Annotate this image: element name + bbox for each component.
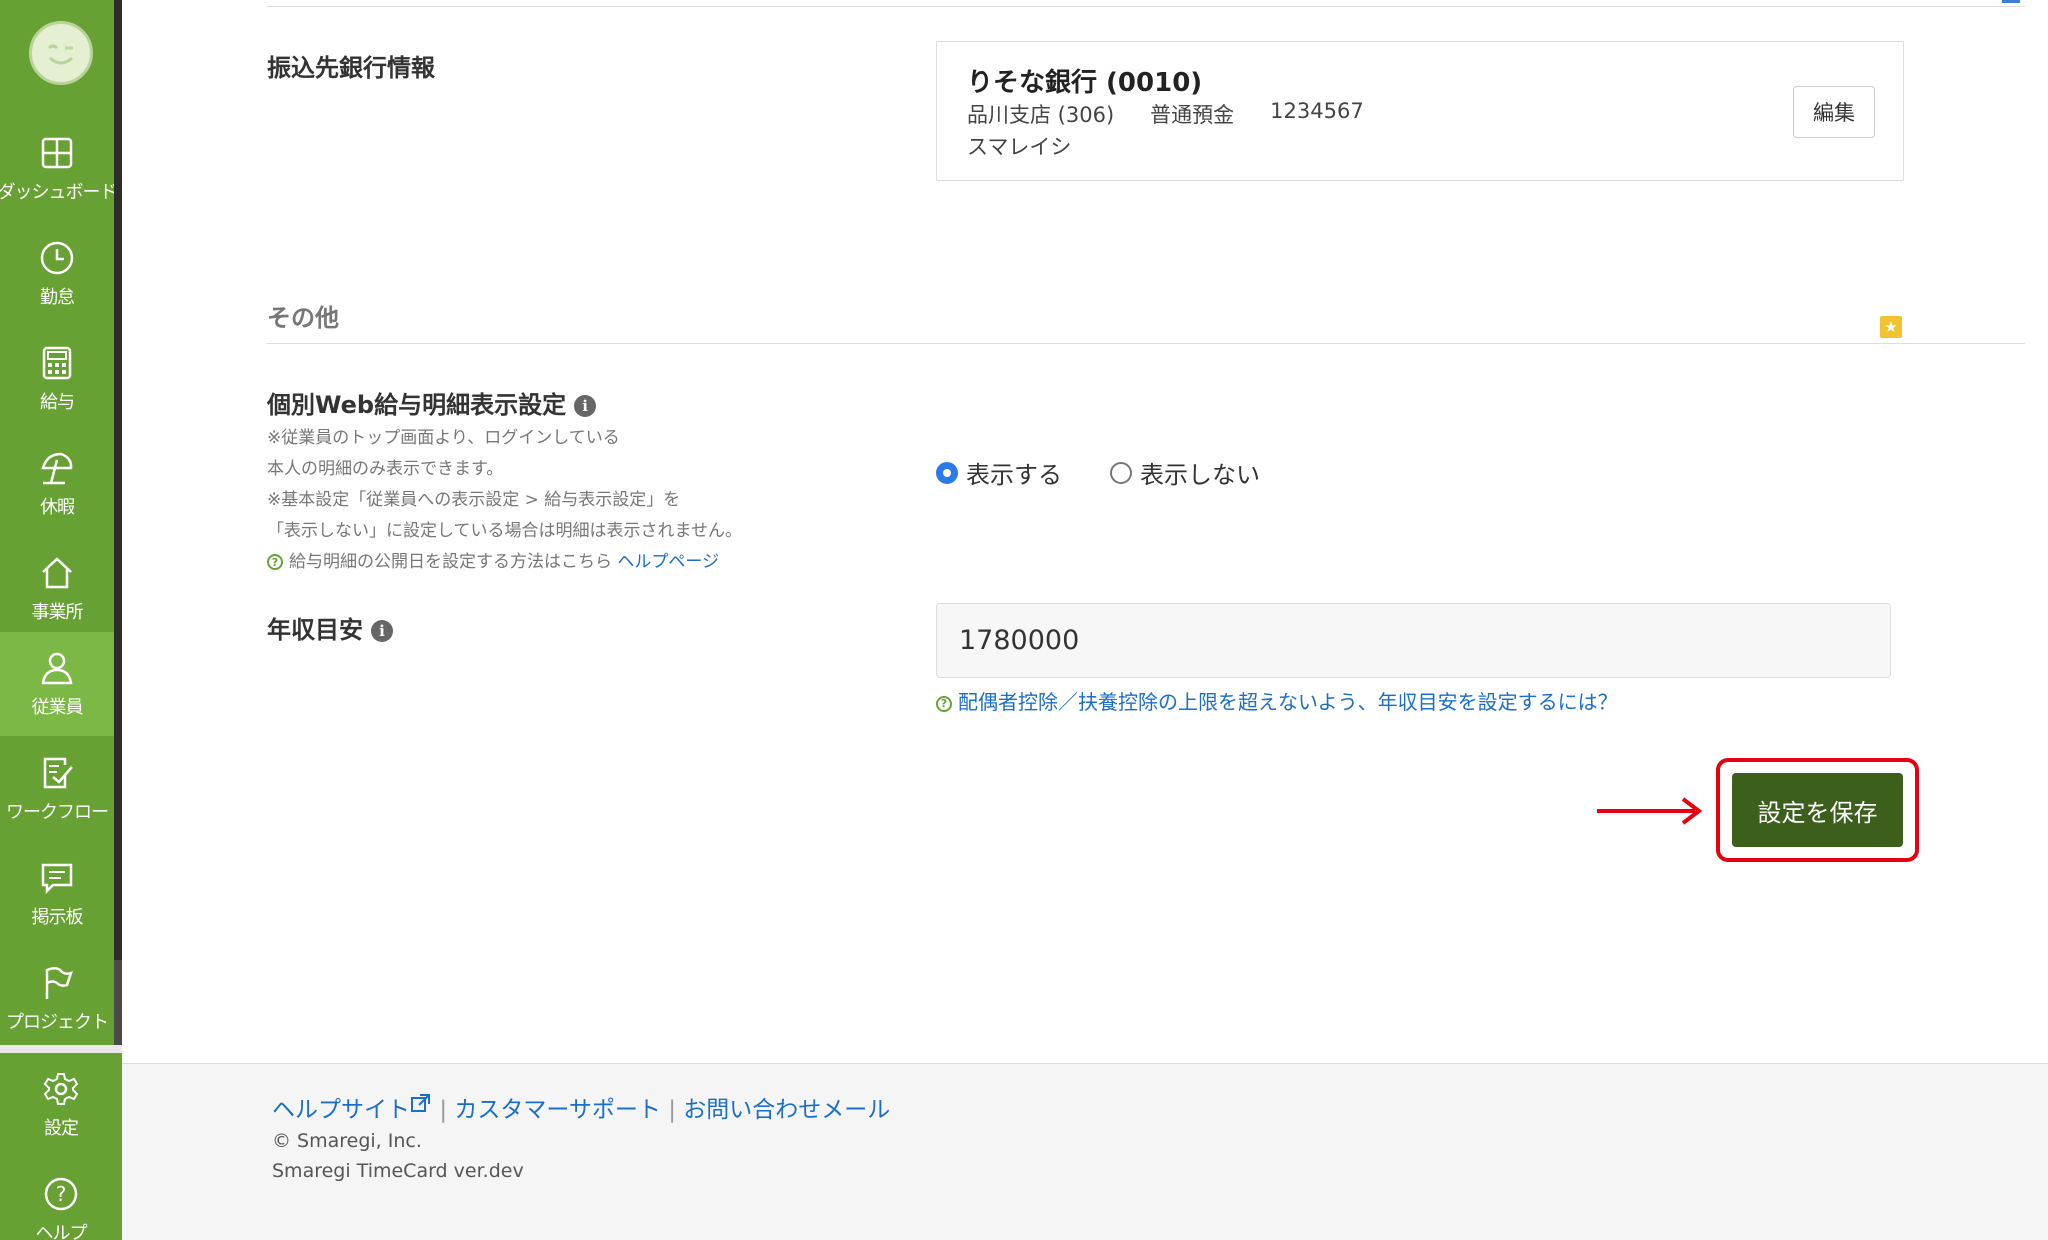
income-estimate-label: 年収目安 i [267, 610, 393, 645]
radio-show-option[interactable]: 表示する [936, 455, 1062, 490]
sidebar-item-office[interactable]: 事業所 [0, 537, 114, 641]
sidebar-item-label: 従業員 [31, 697, 84, 718]
customer-support-link[interactable]: カスタマーサポート [454, 1097, 661, 1123]
sidebar-item-label: 給与 [40, 392, 75, 413]
sidebar-item-payroll[interactable]: 給与 [0, 327, 114, 431]
footer: ヘルプサイト | カスタマーサポート | お問い合わせメール © Smaregi… [122, 1063, 2048, 1240]
arrow-right-icon [1597, 797, 1703, 825]
sidebar-item-employees[interactable]: 従業員 [0, 632, 114, 736]
chat-icon [38, 859, 76, 897]
income-help-line: ? 配偶者控除／扶養控除の上限を超えないよう、年収目安を設定するには？ [936, 686, 1618, 715]
sidebar-scrollbar[interactable] [114, 0, 122, 1045]
radio-show[interactable] [936, 461, 958, 484]
flag-icon [38, 964, 76, 1002]
sidebar-item-leave[interactable]: 休暇 [0, 432, 114, 536]
divider [267, 6, 2025, 7]
parasol-icon [38, 449, 76, 487]
income-estimate-input[interactable] [936, 603, 1891, 678]
sidebar-item-dashboard[interactable]: ダッシュボード [0, 117, 118, 221]
logo-icon[interactable] [29, 21, 93, 85]
sidebar-item-attendance[interactable]: 勤怠 [0, 222, 114, 326]
svg-text:?: ? [56, 1182, 67, 1206]
sidebar-item-label: 事業所 [31, 602, 84, 623]
separator: | [439, 1097, 448, 1123]
sidebar-item-board[interactable]: 掲示板 [0, 842, 114, 946]
dashboard-icon [38, 134, 76, 172]
bank-branch: 品川支店 (306) [967, 103, 1115, 127]
income-estimate-label-text: 年収目安 [267, 616, 363, 644]
sidebar-item-label: ワークフロー [6, 802, 109, 823]
external-link-icon [411, 1094, 430, 1112]
help-page-link[interactable]: ヘルプページ [617, 552, 719, 572]
income-help-link[interactable]: 配偶者控除／扶養控除の上限を超えないよう、年収目安を設定するには？ [958, 690, 1618, 714]
bank-account-holder: スマレイシ [967, 135, 1072, 159]
radio-show-label: 表示する [966, 461, 1062, 489]
checklist-icon [38, 754, 76, 792]
help-icon: ? [42, 1175, 80, 1213]
bank-info-card: りそな銀行 (0010) 品川支店 (306) 普通預金 1234567 スマレ… [936, 41, 1904, 181]
sidebar-item-workflow[interactable]: ワークフロー [0, 737, 114, 841]
star-icon[interactable]: ★ [1880, 316, 1902, 338]
sidebar-item-settings[interactable]: 設定 [0, 1053, 122, 1157]
payslip-setting-label-text: 個別Web給与明細表示設定 [267, 391, 567, 419]
payslip-setting-label: 個別Web給与明細表示設定 i [267, 385, 597, 420]
bank-account-number: 1234567 [1270, 99, 1364, 123]
sidebar-scrollbar-thumb[interactable] [114, 0, 122, 960]
copyright: © Smaregi, Inc. [272, 1130, 422, 1152]
bank-info-label: 振込先銀行情報 [267, 54, 435, 82]
payslip-note: ※従業員のトップ画面より、ログインしている [267, 428, 620, 448]
info-icon[interactable]: i [371, 620, 393, 642]
version: Smaregi TimeCard ver.dev [272, 1160, 524, 1182]
help-site-link[interactable]: ヘルプサイト [272, 1097, 410, 1123]
payslip-note: 本人の明細のみ表示できます。 [267, 459, 504, 479]
clock-icon [38, 239, 76, 277]
bank-details: 品川支店 (306) 普通預金 1234567 [967, 99, 1364, 129]
section-title: その他 [267, 304, 339, 332]
edit-bank-button[interactable]: 編集 [1793, 86, 1875, 138]
payslip-help-text: 給与明細の公開日を設定する方法はこちら [289, 552, 612, 572]
main-content: 振込先銀行情報 りそな銀行 (0010) 品川支店 (306) 普通預金 123… [122, 0, 2048, 1240]
separator: | [668, 1097, 676, 1123]
radio-hide-option[interactable]: 表示しない [1110, 455, 1260, 490]
bank-account-type: 普通預金 [1150, 103, 1235, 127]
bank-name: りそな銀行 (0010) [967, 68, 1203, 98]
contact-mail-link[interactable]: お問い合わせメール [683, 1097, 890, 1123]
sidebar-item-label: ヘルプ [35, 1223, 88, 1240]
footer-links: ヘルプサイト | カスタマーサポート | お問い合わせメール [272, 1090, 890, 1124]
sidebar-item-help[interactable]: ? ヘルプ [0, 1153, 122, 1240]
save-settings-button[interactable]: 設定を保存 [1732, 773, 1903, 847]
sidebar-bottom: 設定 ? ヘルプ [0, 1045, 122, 1240]
sidebar-item-label: 掲示板 [31, 907, 84, 928]
radio-hide[interactable] [1110, 461, 1132, 484]
sidebar-item-label: 休暇 [40, 497, 75, 518]
sidebar-item-label: 勤怠 [40, 287, 75, 308]
divider [267, 343, 2025, 344]
sidebar-item-label: プロジェクト [6, 1012, 109, 1033]
payslip-help-line: ? 給与明細の公開日を設定する方法はこちら ヘルプページ [267, 547, 719, 572]
help-question-icon: ? [267, 554, 283, 570]
sidebar: ダッシュボード 勤怠 給与 休暇 事業所 従業員 ワークフロー 掲示板 プロジェ… [0, 0, 122, 1240]
info-icon[interactable]: i [574, 395, 597, 417]
help-question-icon: ? [936, 695, 952, 712]
gear-icon [42, 1070, 80, 1108]
divider-accent [2002, 0, 2020, 3]
payslip-note: 「表示しない」に設定している場合は明細は表示されません。 [267, 521, 742, 541]
payslip-radio-group: 表示する 表示しない [936, 455, 1308, 490]
person-icon [38, 649, 76, 687]
sidebar-item-label: ダッシュボード [0, 182, 118, 203]
radio-hide-label: 表示しない [1140, 461, 1260, 489]
sidebar-item-project[interactable]: プロジェクト [0, 947, 114, 1051]
payslip-note: ※基本設定「従業員への表示設定 > 給与表示設定」を [267, 490, 681, 510]
sidebar-item-label: 設定 [44, 1118, 79, 1139]
calculator-icon [38, 344, 76, 382]
home-icon [38, 554, 76, 592]
